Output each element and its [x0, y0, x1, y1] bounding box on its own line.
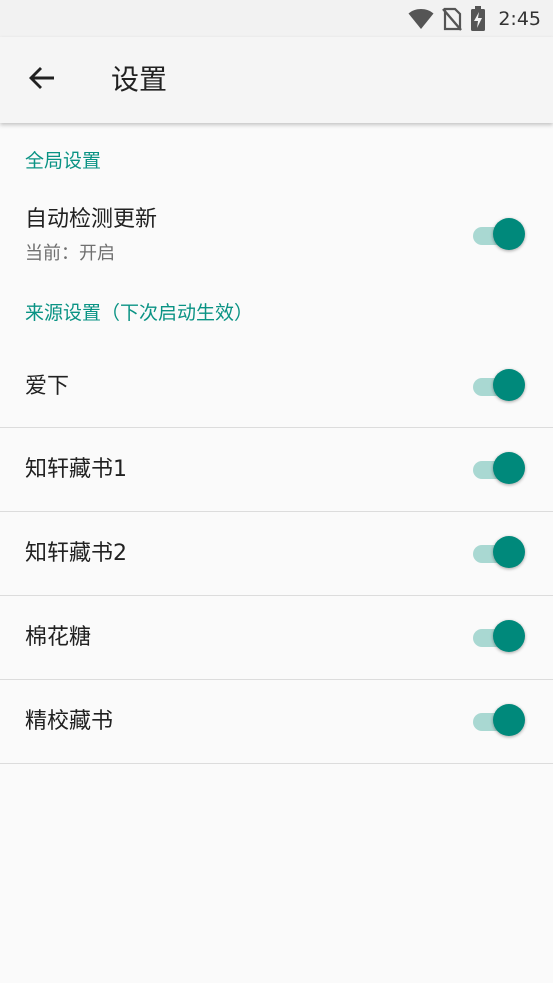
- battery-charging-icon: [470, 5, 486, 32]
- back-button[interactable]: [18, 56, 66, 104]
- source-switch-zxcs1[interactable]: [471, 452, 525, 486]
- source-row[interactable]: 爱下: [0, 345, 553, 428]
- section-header-sources: 来源设置（下次启动生效）: [25, 302, 254, 324]
- no-sim-icon: [442, 7, 463, 31]
- source-row[interactable]: 知轩藏书1: [0, 428, 553, 512]
- source-label: 精校藏书: [25, 709, 114, 734]
- auto-update-subtitle: 当前：开启: [25, 243, 115, 264]
- arrow-back-icon: [28, 64, 56, 96]
- switch-thumb: [493, 704, 525, 736]
- switch-thumb: [493, 536, 525, 568]
- settings-list: 全局设置 自动检测更新 当前：开启 来源设置（下次启动生效） 爱下 知轩藏书1 …: [0, 123, 553, 764]
- switch-thumb: [493, 620, 525, 652]
- status-icons: 2:45: [408, 0, 541, 37]
- source-row[interactable]: 精校藏书: [0, 680, 553, 764]
- source-switch-jingxiao[interactable]: [471, 704, 525, 738]
- wifi-icon: [408, 8, 434, 30]
- source-label: 棉花糖: [25, 625, 92, 650]
- source-label: 知轩藏书2: [25, 541, 127, 566]
- source-switch-zxcs2[interactable]: [471, 536, 525, 570]
- switch-thumb: [493, 369, 525, 401]
- switch-thumb: [493, 452, 525, 484]
- source-label: 爱下: [25, 374, 70, 399]
- section-header-global: 全局设置: [25, 150, 102, 172]
- app-bar: 设置: [0, 37, 553, 123]
- page-title: 设置: [111, 63, 168, 96]
- source-switch-mianhuatang[interactable]: [471, 620, 525, 654]
- switch-thumb: [493, 218, 525, 250]
- source-row[interactable]: 棉花糖: [0, 596, 553, 680]
- auto-update-row[interactable]: 自动检测更新 当前：开启: [0, 193, 553, 285]
- auto-update-switch[interactable]: [471, 218, 525, 252]
- auto-update-title: 自动检测更新: [25, 207, 158, 232]
- source-switch-aixia[interactable]: [471, 369, 525, 403]
- status-time: 2:45: [498, 7, 541, 30]
- source-label: 知轩藏书1: [25, 457, 127, 482]
- source-row[interactable]: 知轩藏书2: [0, 512, 553, 596]
- status-bar: 2:45: [0, 0, 553, 37]
